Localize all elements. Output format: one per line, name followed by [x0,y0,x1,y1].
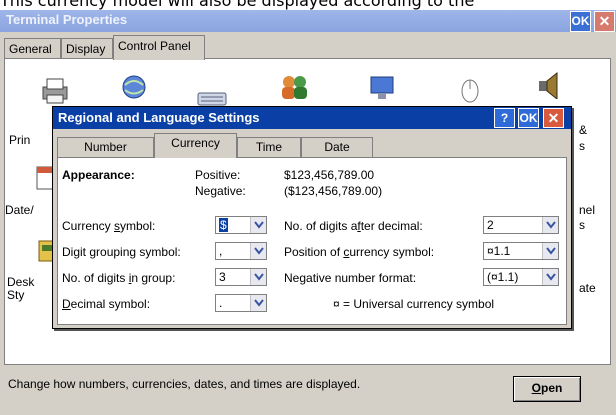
mouse-icon[interactable] [453,75,487,103]
icon-label-panel: nel s [579,203,596,232]
icon-label-audio-2: s [579,139,585,153]
outer-ok-button[interactable]: OK [570,11,591,32]
outer-title-bar: Terminal Properties OK ✕ [0,10,616,32]
monitor-icon[interactable] [365,73,399,101]
decimal-symbol-select[interactable]: . [215,294,267,312]
digits-after-decimal-select[interactable]: 2 [483,216,559,234]
digits-in-group-value: 3 [219,270,226,284]
icon-label-desktop-style: Desk Sty [7,275,35,302]
status-description: Change how numbers, currencies, dates, a… [8,377,361,391]
digits-after-decimal-value: 2 [487,218,494,232]
tab-display[interactable]: Display [61,38,113,59]
negative-label: Negative: [195,184,246,198]
currency-position-value: ¤1.1 [487,244,511,258]
dialog-title-bar: Regional and Language Settings ? OK ✕ [53,107,571,129]
positive-value: $123,456,789.00 [284,168,375,182]
tab-control-panel[interactable]: Control Panel [113,35,205,60]
tab-number[interactable]: Number [57,137,154,157]
currency-symbol-label: Currency symbol: [62,219,156,233]
chevron-down-icon[interactable] [542,269,558,285]
tab-currency[interactable]: Currency [154,133,237,158]
positive-label: Positive: [195,168,241,182]
digits-in-group-label: No. of digits in group: [62,271,176,285]
open-button-mnemonic: O [531,381,541,395]
digit-grouping-select[interactable]: , [215,242,267,260]
currency-symbol-value: $ [219,218,228,232]
currency-position-select[interactable]: ¤1.1 [483,242,559,260]
digits-in-group-select[interactable]: 3 [215,268,267,286]
tab-general[interactable]: General [4,38,61,59]
dialog-title: Regional and Language Settings [58,110,260,125]
chevron-down-icon[interactable] [250,269,266,285]
negative-format-value: (¤1.1) [487,270,519,284]
users-icon[interactable] [277,73,311,101]
chevron-down-icon[interactable] [250,243,266,259]
decimal-symbol-value: . [219,296,223,310]
digit-grouping-label: Digit grouping symbol: [62,245,181,259]
help-button[interactable]: ? [494,108,515,128]
audio-icon[interactable] [533,71,567,99]
regional-settings-dialog: Regional and Language Settings ? OK ✕ Nu… [52,106,572,329]
globe-clock-icon[interactable] [117,73,151,101]
tab-date[interactable]: Date [301,137,373,157]
chevron-down-icon[interactable] [250,295,266,311]
keyboard-icon[interactable] [195,81,229,109]
dialog-ok-button[interactable]: OK [518,108,539,128]
open-button-label: pen [541,381,563,395]
icon-label-printers: Prin [9,133,31,147]
icon-label-date: ate [579,281,596,295]
printer-icon[interactable] [37,77,71,105]
outer-close-button[interactable]: ✕ [594,11,615,32]
chevron-down-icon[interactable] [542,243,558,259]
icon-label-audio: & [579,123,588,137]
negative-format-label: Negative number format: [284,271,417,285]
currency-panel: Appearance: Positive: $123,456,789.00 Ne… [57,157,567,325]
dialog-close-button[interactable]: ✕ [543,108,564,128]
chevron-down-icon[interactable] [542,217,558,233]
decimal-symbol-label: Decimal symbol: [62,297,151,311]
tab-time[interactable]: Time [237,137,301,157]
digit-grouping-value: , [219,244,223,258]
digits-after-decimal-label: No. of digits after decimal: [284,219,423,233]
icon-label-date-time: Date/ [5,203,34,217]
open-button[interactable]: Open [513,376,581,402]
negative-value: ($123,456,789.00) [284,184,383,198]
currency-symbol-select[interactable]: $ [215,216,267,234]
chevron-down-icon[interactable] [250,217,266,233]
currency-symbol-note: ¤ = Universal currency symbol [333,297,495,311]
currency-position-label: Position of currency symbol: [284,245,435,259]
appearance-label: Appearance: [62,168,135,182]
negative-format-select[interactable]: (¤1.1) [483,268,559,286]
outer-window-title: Terminal Properties [6,12,128,27]
